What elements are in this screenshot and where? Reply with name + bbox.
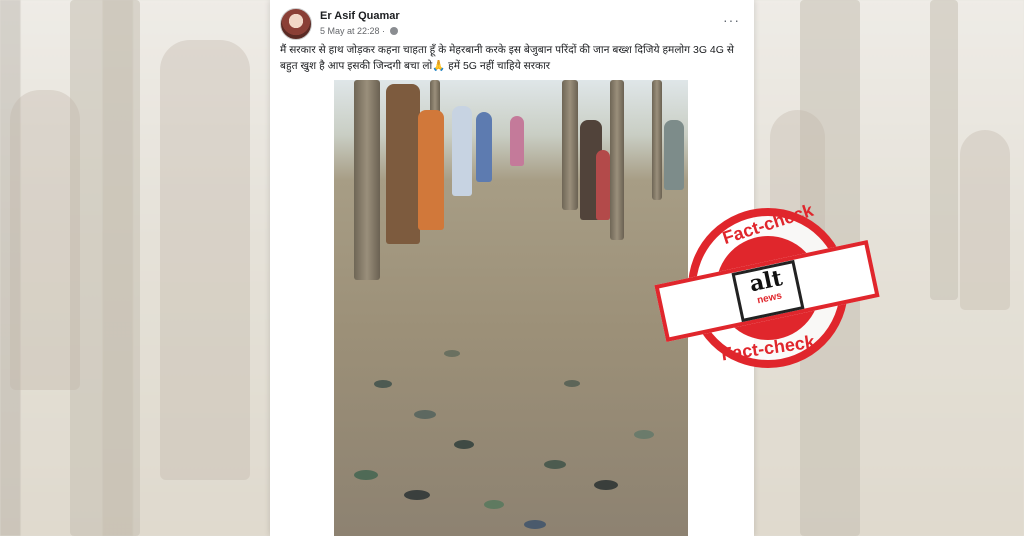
- person: [418, 110, 444, 230]
- post-timestamp[interactable]: 5 May at 22:28 ·: [320, 26, 398, 36]
- bird: [484, 500, 504, 509]
- bird: [634, 430, 654, 439]
- post-text: मैं सरकार से हाथ जोड़कर कहना चाहता हूँ क…: [280, 44, 734, 72]
- bird: [444, 350, 460, 357]
- bird: [544, 460, 566, 469]
- person: [664, 120, 684, 190]
- author-name[interactable]: Er Asif Quamar: [320, 10, 400, 22]
- person: [386, 84, 420, 244]
- bird: [404, 490, 430, 500]
- person: [452, 106, 472, 196]
- globe-icon: [389, 27, 398, 35]
- bird: [524, 520, 546, 529]
- person: [596, 150, 610, 220]
- bird: [354, 470, 378, 480]
- bird: [564, 380, 580, 387]
- timestamp-text: 5 May at 22:28 ·: [320, 26, 386, 36]
- post-header: Er Asif Quamar 5 May at 22:28 · ···: [280, 8, 744, 42]
- bird: [454, 440, 474, 449]
- bird: [594, 480, 618, 490]
- tree-trunk: [562, 80, 578, 210]
- more-options-icon[interactable]: ···: [723, 12, 740, 28]
- author-avatar[interactable]: [280, 8, 312, 40]
- post-photo[interactable]: [334, 80, 688, 536]
- bird: [414, 410, 436, 419]
- tree-trunk: [652, 80, 662, 200]
- tree-trunk: [354, 80, 380, 280]
- fact-check-stamp: Fact-check alt news Fact-check: [654, 200, 880, 380]
- tree-trunk: [610, 80, 624, 240]
- person: [476, 112, 492, 182]
- bird: [374, 380, 392, 388]
- person: [510, 116, 524, 166]
